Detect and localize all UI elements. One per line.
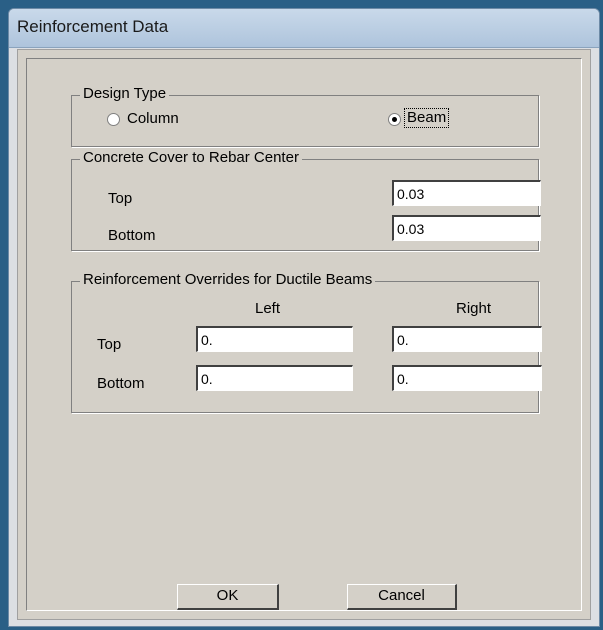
design-type-group: Design Type Column Beam bbox=[71, 85, 539, 147]
cover-bottom-label: Bottom bbox=[108, 227, 156, 244]
left-column-header: Left bbox=[255, 300, 281, 317]
bottom-right-input[interactable] bbox=[392, 365, 542, 391]
overrides-legend: Reinforcement Overrides for Ductile Beam… bbox=[80, 271, 376, 288]
overrides-top-label: Top bbox=[97, 336, 122, 353]
right-column-header: Right bbox=[456, 300, 492, 317]
cover-top-input[interactable] bbox=[392, 180, 541, 206]
column-radio-label[interactable]: Column bbox=[127, 110, 179, 127]
top-left-input[interactable] bbox=[196, 326, 353, 352]
column-radio[interactable] bbox=[107, 113, 120, 126]
title-bar[interactable]: Reinforcement Data bbox=[9, 9, 599, 48]
design-type-legend: Design Type bbox=[80, 85, 170, 102]
dialog-frame: Design Type Column Beam Concrete Cover t… bbox=[26, 58, 582, 611]
cancel-button[interactable]: Cancel bbox=[347, 584, 457, 610]
cover-top-label: Top bbox=[108, 190, 133, 207]
beam-radio-focus[interactable]: Beam bbox=[404, 108, 450, 128]
ok-button[interactable]: OK bbox=[177, 584, 279, 610]
beam-radio-label[interactable]: Beam bbox=[407, 109, 446, 126]
concrete-cover-legend: Concrete Cover to Rebar Center bbox=[80, 149, 302, 166]
concrete-cover-group: Concrete Cover to Rebar Center Top Botto… bbox=[71, 149, 541, 251]
dialog-body: Design Type Column Beam Concrete Cover t… bbox=[17, 49, 591, 620]
overrides-group: Reinforcement Overrides for Ductile Beam… bbox=[71, 271, 542, 413]
top-right-input[interactable] bbox=[392, 326, 542, 352]
reinforcement-data-dialog: Reinforcement Data Design Type Column Be… bbox=[8, 8, 600, 627]
cover-bottom-input[interactable] bbox=[392, 215, 541, 241]
overrides-bottom-label: Bottom bbox=[97, 375, 145, 392]
window-title: Reinforcement Data bbox=[17, 17, 169, 36]
beam-radio[interactable] bbox=[388, 113, 401, 126]
bottom-left-input[interactable] bbox=[196, 365, 353, 391]
